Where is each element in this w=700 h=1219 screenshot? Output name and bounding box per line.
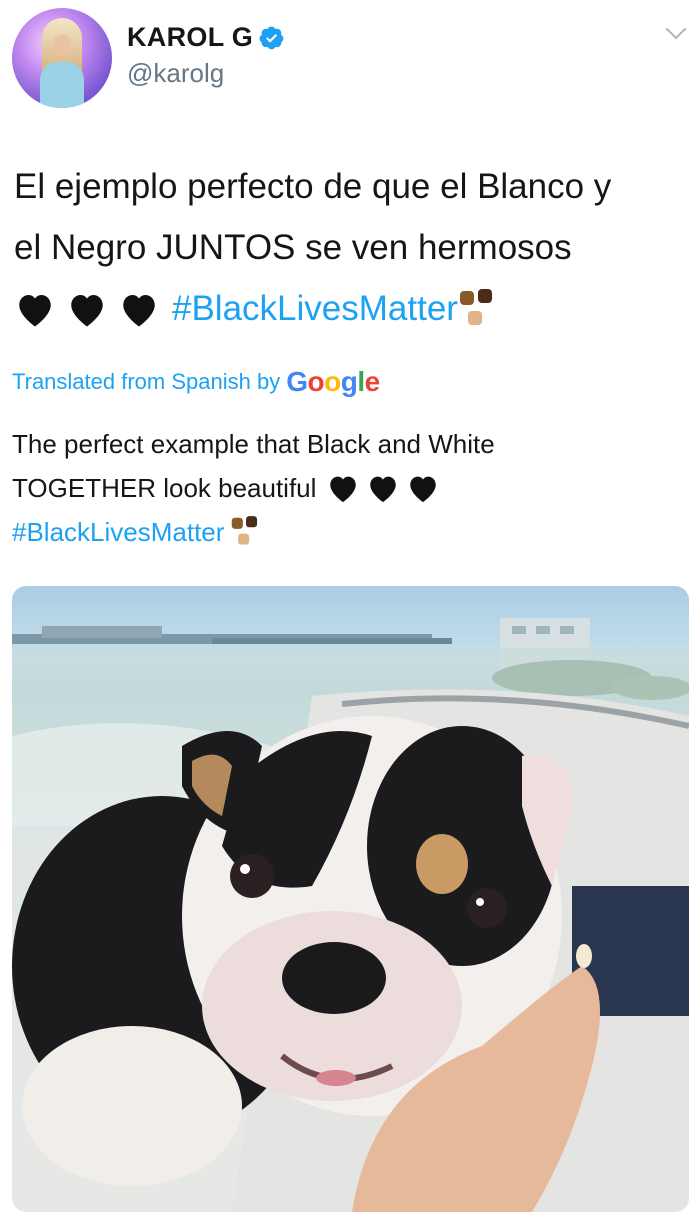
translation-label: Translated from Spanish by bbox=[12, 369, 281, 394]
tweet-text: El ejemplo perfecto de que el Blanco y e… bbox=[14, 156, 689, 339]
tweet-line-emoji: #BlackLivesMatter bbox=[14, 278, 689, 339]
black-heart-icon bbox=[123, 294, 155, 326]
chevron-down-icon[interactable] bbox=[664, 24, 688, 44]
translation-line: The perfect example that Black and White bbox=[12, 429, 495, 459]
black-heart-icon bbox=[19, 294, 51, 326]
black-heart-icon bbox=[71, 294, 103, 326]
puppy-photo-illustration bbox=[12, 618, 689, 1212]
translation-line-with-emoji: TOGETHER look beautiful bbox=[12, 466, 688, 510]
black-heart-icon bbox=[410, 476, 437, 503]
black-heart-icon bbox=[330, 476, 357, 503]
display-name[interactable]: KAROL G bbox=[127, 22, 253, 53]
tweet-line: el Negro JUNTOS se ven hermosos bbox=[14, 228, 572, 267]
author-handle[interactable]: @karolg bbox=[127, 58, 224, 89]
translated-text: The perfect example that Black and White… bbox=[12, 422, 688, 554]
translation-attribution[interactable]: Translated from Spanish by Google bbox=[12, 366, 380, 398]
raised-fists-icon bbox=[459, 288, 492, 325]
avatar[interactable] bbox=[12, 8, 112, 108]
hashtag-link[interactable]: #BlackLivesMatter bbox=[172, 278, 458, 339]
author-name-row[interactable]: KAROL G bbox=[127, 22, 285, 53]
verified-badge-icon bbox=[259, 26, 284, 49]
google-logo: Google bbox=[286, 366, 380, 397]
tweet-line: El ejemplo perfecto de que el Blanco y bbox=[14, 167, 612, 206]
raised-fists-icon bbox=[232, 516, 258, 545]
translation-hashtag-row: #BlackLivesMatter bbox=[12, 510, 688, 554]
hashtag-link[interactable]: #BlackLivesMatter bbox=[12, 510, 224, 554]
tweet-photo[interactable] bbox=[12, 586, 689, 1212]
black-heart-icon bbox=[370, 476, 397, 503]
